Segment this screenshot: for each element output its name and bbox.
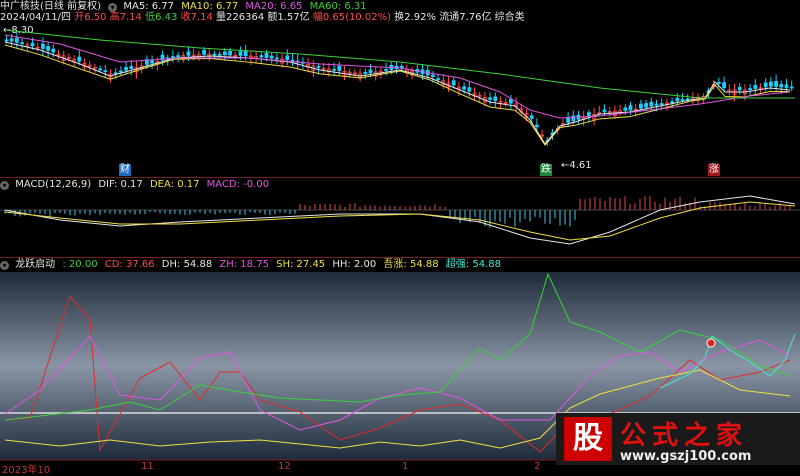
candle-body bbox=[20, 42, 25, 45]
logo-name: 公式之家 bbox=[620, 421, 749, 451]
candle-body bbox=[623, 107, 628, 111]
watermark-logo: 股 公式之家 www.gszj100.com bbox=[556, 413, 800, 465]
candle-body bbox=[685, 98, 690, 101]
candle-body bbox=[285, 55, 290, 60]
candle-body bbox=[451, 80, 456, 86]
date-label-dec: 12 bbox=[278, 461, 291, 472]
candle-body bbox=[675, 97, 680, 102]
candle-body bbox=[363, 71, 368, 74]
candle-body bbox=[368, 69, 373, 74]
candle-body bbox=[722, 82, 726, 88]
date-label-jan: 1 bbox=[402, 461, 409, 472]
candle-body bbox=[769, 81, 773, 87]
candle-body bbox=[436, 78, 441, 80]
candle-body bbox=[529, 115, 534, 119]
candle-body bbox=[269, 55, 274, 59]
candle-body bbox=[30, 42, 35, 47]
candle-body bbox=[467, 87, 472, 92]
candle-body bbox=[508, 99, 513, 104]
candle-body bbox=[316, 66, 321, 69]
candle-body bbox=[4, 39, 9, 42]
candle-body bbox=[259, 55, 264, 58]
candle-body bbox=[77, 56, 82, 62]
logo-gu: 股 bbox=[564, 417, 612, 461]
candle-body bbox=[753, 84, 758, 89]
candle-body bbox=[217, 53, 222, 56]
candle-body bbox=[222, 51, 227, 56]
candle-body bbox=[170, 56, 175, 58]
candle-body bbox=[748, 88, 752, 90]
candle-body bbox=[98, 68, 102, 71]
macd-series bbox=[4, 195, 796, 245]
candle-body bbox=[587, 112, 591, 117]
date-label-oct: 2023年10 bbox=[2, 465, 51, 476]
candle-body bbox=[212, 53, 217, 56]
candle-body bbox=[119, 70, 123, 73]
candle-body bbox=[228, 50, 233, 56]
candle-body bbox=[9, 38, 14, 42]
candle-body bbox=[644, 103, 648, 108]
candle-body bbox=[430, 74, 435, 77]
candle-body bbox=[243, 50, 248, 57]
candle-body bbox=[124, 67, 128, 71]
candle-body bbox=[784, 84, 789, 88]
candle-body bbox=[779, 84, 784, 88]
candle-body bbox=[238, 51, 243, 56]
candle-body bbox=[103, 70, 108, 73]
dif-line bbox=[4, 195, 796, 245]
candle-body bbox=[493, 96, 498, 102]
candle-body bbox=[571, 115, 576, 122]
candle-body bbox=[654, 103, 659, 106]
ma60-line bbox=[4, 29, 795, 99]
date-label-feb: 2 bbox=[534, 461, 541, 472]
signal-dot bbox=[706, 338, 716, 348]
candle-body bbox=[717, 81, 721, 84]
candle-body bbox=[670, 101, 674, 103]
candle-body bbox=[264, 52, 269, 58]
candle-body bbox=[737, 86, 742, 91]
candle-body bbox=[649, 101, 654, 107]
candle-body bbox=[14, 37, 19, 43]
candle-body bbox=[774, 81, 778, 87]
candle-body bbox=[176, 55, 181, 57]
candle-body bbox=[51, 48, 56, 53]
stock-chart-canvas[interactable] bbox=[0, 0, 800, 473]
moving-average-series bbox=[4, 29, 795, 146]
candle-body bbox=[337, 65, 342, 72]
candle-body bbox=[763, 82, 768, 88]
candle-body bbox=[628, 105, 633, 111]
logo-url: www.gszj100.com bbox=[620, 449, 752, 464]
candle-body bbox=[488, 97, 493, 100]
candle-body bbox=[462, 86, 467, 90]
candle-body bbox=[46, 46, 50, 51]
candle-body bbox=[789, 86, 794, 89]
candle-body bbox=[274, 57, 279, 60]
candle-body bbox=[384, 69, 389, 71]
candle-body bbox=[680, 99, 685, 101]
candle-body bbox=[129, 66, 134, 70]
ma5-line bbox=[4, 41, 791, 145]
candle-body bbox=[602, 109, 607, 113]
candle-body bbox=[186, 51, 191, 56]
candle-body bbox=[41, 43, 45, 49]
candle-body bbox=[332, 68, 337, 71]
candle-body bbox=[659, 103, 664, 105]
candle-body bbox=[535, 124, 539, 128]
candle-body bbox=[150, 59, 155, 64]
candle-body bbox=[639, 103, 643, 109]
date-label-nov: 11 bbox=[141, 461, 154, 472]
candlestick-series bbox=[4, 31, 794, 146]
candle-body bbox=[202, 49, 207, 55]
